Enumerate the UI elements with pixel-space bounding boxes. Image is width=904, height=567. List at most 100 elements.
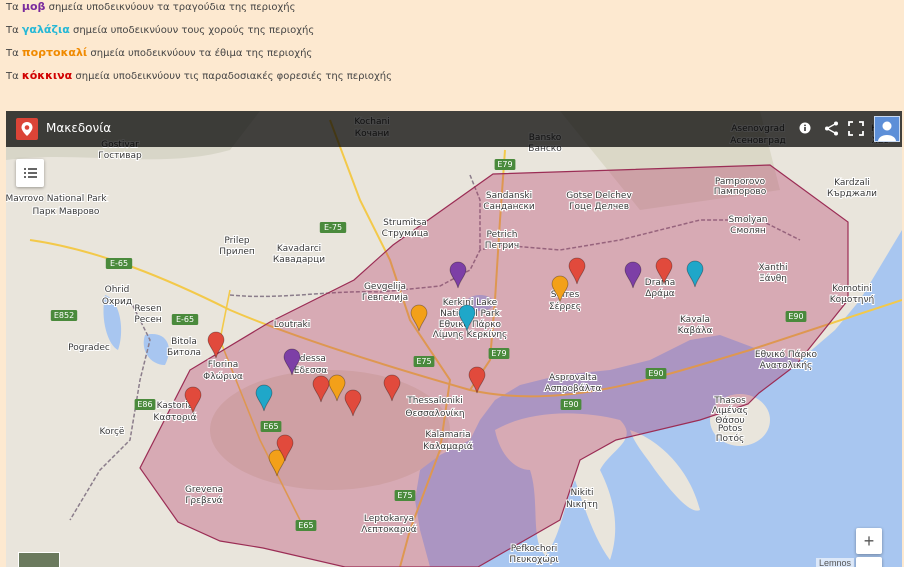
place-label: Korçë <box>100 427 125 437</box>
zoom-out-button[interactable] <box>856 557 882 567</box>
map-attribution: Lemnos <box>815 558 854 567</box>
map-toolbar: Μακεδονία <box>6 111 902 147</box>
legend-line-customs: Τα πορτοκαλί σημεία υποδεικνύουν τα έθιμ… <box>6 46 312 59</box>
place-label: Φλώρινα <box>203 371 243 382</box>
place-label: Kavadarci <box>277 244 321 254</box>
place-label: Nikiti <box>571 488 594 498</box>
place-label: Λεπτοκαρυά <box>361 525 417 535</box>
map-pin-logo-icon <box>16 118 38 145</box>
share-icon[interactable] <box>824 121 839 139</box>
place-label: Κομοτηνή <box>830 295 875 305</box>
place-label: Prilep <box>224 236 250 246</box>
road-shield-label: E75 <box>416 357 431 366</box>
place-label: Ανατολικής <box>760 361 813 371</box>
legend-text: σημεία υποδεικνύουν τα τραγούδια της περ… <box>48 2 296 13</box>
place-label: Καλαμαριά <box>423 442 473 452</box>
road-shield: E90 <box>645 368 667 379</box>
legend-prefix: Τα <box>6 25 19 36</box>
place-label: Δράμα <box>645 289 675 299</box>
road-shield: E75 <box>413 356 435 367</box>
place-label: Mavrovo National Park <box>6 194 107 204</box>
place-label: Sandanski <box>486 191 532 201</box>
place-label: Καβάλα <box>678 326 713 336</box>
place-label: Smolyan <box>728 215 767 225</box>
layers-list-icon[interactable] <box>16 159 44 187</box>
legend-keyword-purple: μοβ <box>21 0 46 13</box>
road-shield-label: E86 <box>137 400 152 409</box>
road-shield-label: E75 <box>397 491 412 500</box>
road-shield: E65 <box>260 421 282 432</box>
place-label: Сандански <box>483 202 535 212</box>
road-shield: E-65 <box>105 258 133 269</box>
road-shield: E-75 <box>319 222 347 233</box>
place-label: Bitola <box>171 337 197 347</box>
legend-line-costumes: Τα κόκκινα σημεία υποδεικνύουν τις παραδ… <box>6 69 392 82</box>
place-label: Ασπροβάλτα <box>545 384 602 394</box>
place-label: Resen <box>134 304 161 314</box>
legend-line-dances: Τα γαλάζια σημεία υποδεικνύουν τους χορο… <box>6 23 314 36</box>
info-icon[interactable] <box>799 121 811 137</box>
road-shield-label: E852 <box>54 311 74 320</box>
road-shield-label: E90 <box>788 312 803 321</box>
road-shield: E90 <box>785 311 807 322</box>
place-label: Εθνικό Πάρκο <box>755 349 818 360</box>
place-label: Гоце Делчев <box>569 202 629 212</box>
place-label: Thessaloniki <box>406 396 463 406</box>
place-label: Potos <box>718 424 743 434</box>
legend-text: σημεία υποδεικνύουν τους χορούς της περι… <box>73 25 315 36</box>
place-label: Pefkochori <box>511 544 558 554</box>
place-label: Пампорово <box>714 187 767 197</box>
place-label: Kalamaria <box>425 430 470 440</box>
legend-keyword-orange: πορτοκαλί <box>21 46 88 59</box>
place-label: Έδεσσα <box>292 366 327 376</box>
place-label: Xanthi <box>758 263 787 273</box>
place-label: Pamporovo <box>715 177 766 187</box>
road-shield-label: E90 <box>648 369 663 378</box>
map-canvas[interactable]: KochaniКочаниBanskoБанскоAsenovgradАсено… <box>6 111 902 567</box>
place-label: Pogradec <box>68 343 110 353</box>
road-shield: E79 <box>494 159 516 170</box>
place-label: Leptokarya <box>364 514 414 524</box>
legend-keyword-red: κόκκινα <box>21 69 73 82</box>
place-label: Grevena <box>185 485 223 495</box>
road-shield: E79 <box>488 348 510 359</box>
legend-keyword-cyan: γαλάζια <box>21 23 70 36</box>
place-label: Охрид <box>102 297 132 307</box>
place-label: Λιμένας <box>712 405 748 416</box>
legend-text: σημεία υποδεικνύουν τα έθιμα της περιοχή… <box>90 48 313 59</box>
road-shield-label: E-75 <box>324 223 342 232</box>
place-label: Ξάνθη <box>759 274 787 284</box>
legend-line-songs: Τα μοβ σημεία υποδεικνύουν τα τραγούδια … <box>6 0 295 13</box>
legend-prefix: Τα <box>6 71 19 82</box>
place-label: Kardzali <box>834 178 870 188</box>
place-label: Ποτός <box>716 433 744 444</box>
place-label: Кърджали <box>827 189 877 199</box>
place-label: Loutraki <box>274 320 311 330</box>
place-label: Θεσσαλονίκη <box>405 409 464 419</box>
road-shield-label: E-65 <box>176 315 194 324</box>
place-label: Кавадарци <box>273 255 325 265</box>
map-embed[interactable]: KochaniКочаниBanskoБанскоAsenovgradАсено… <box>6 111 902 567</box>
road-shield-label: E90 <box>563 400 578 409</box>
place-label: Kavala <box>680 315 710 325</box>
road-shield-label: E79 <box>497 160 512 169</box>
zoom-in-button[interactable]: + <box>856 528 882 554</box>
fullscreen-icon[interactable] <box>848 121 864 139</box>
place-label: Ресен <box>134 315 161 325</box>
road-shield-label: E65 <box>298 521 313 530</box>
place-label: Gotse Delchev <box>566 191 632 201</box>
place-label: Γρεβενά <box>185 496 222 506</box>
place-label: Drama <box>645 278 675 288</box>
place-label: Прилеп <box>219 247 255 257</box>
user-avatar-icon[interactable] <box>874 116 900 142</box>
satellite-view-thumbnail[interactable] <box>18 552 60 567</box>
road-shield: E852 <box>50 310 78 321</box>
place-label: Λίμνης Κερκίνης <box>433 330 508 340</box>
place-label: Gevgelija <box>364 282 406 292</box>
road-shield-label: E65 <box>263 422 278 431</box>
place-label: Πευκοχώρι <box>509 554 558 565</box>
legend-prefix: Τα <box>6 2 19 13</box>
road-shield: E86 <box>134 399 156 410</box>
road-shield: E65 <box>295 520 317 531</box>
place-label: Komotini <box>832 284 871 294</box>
